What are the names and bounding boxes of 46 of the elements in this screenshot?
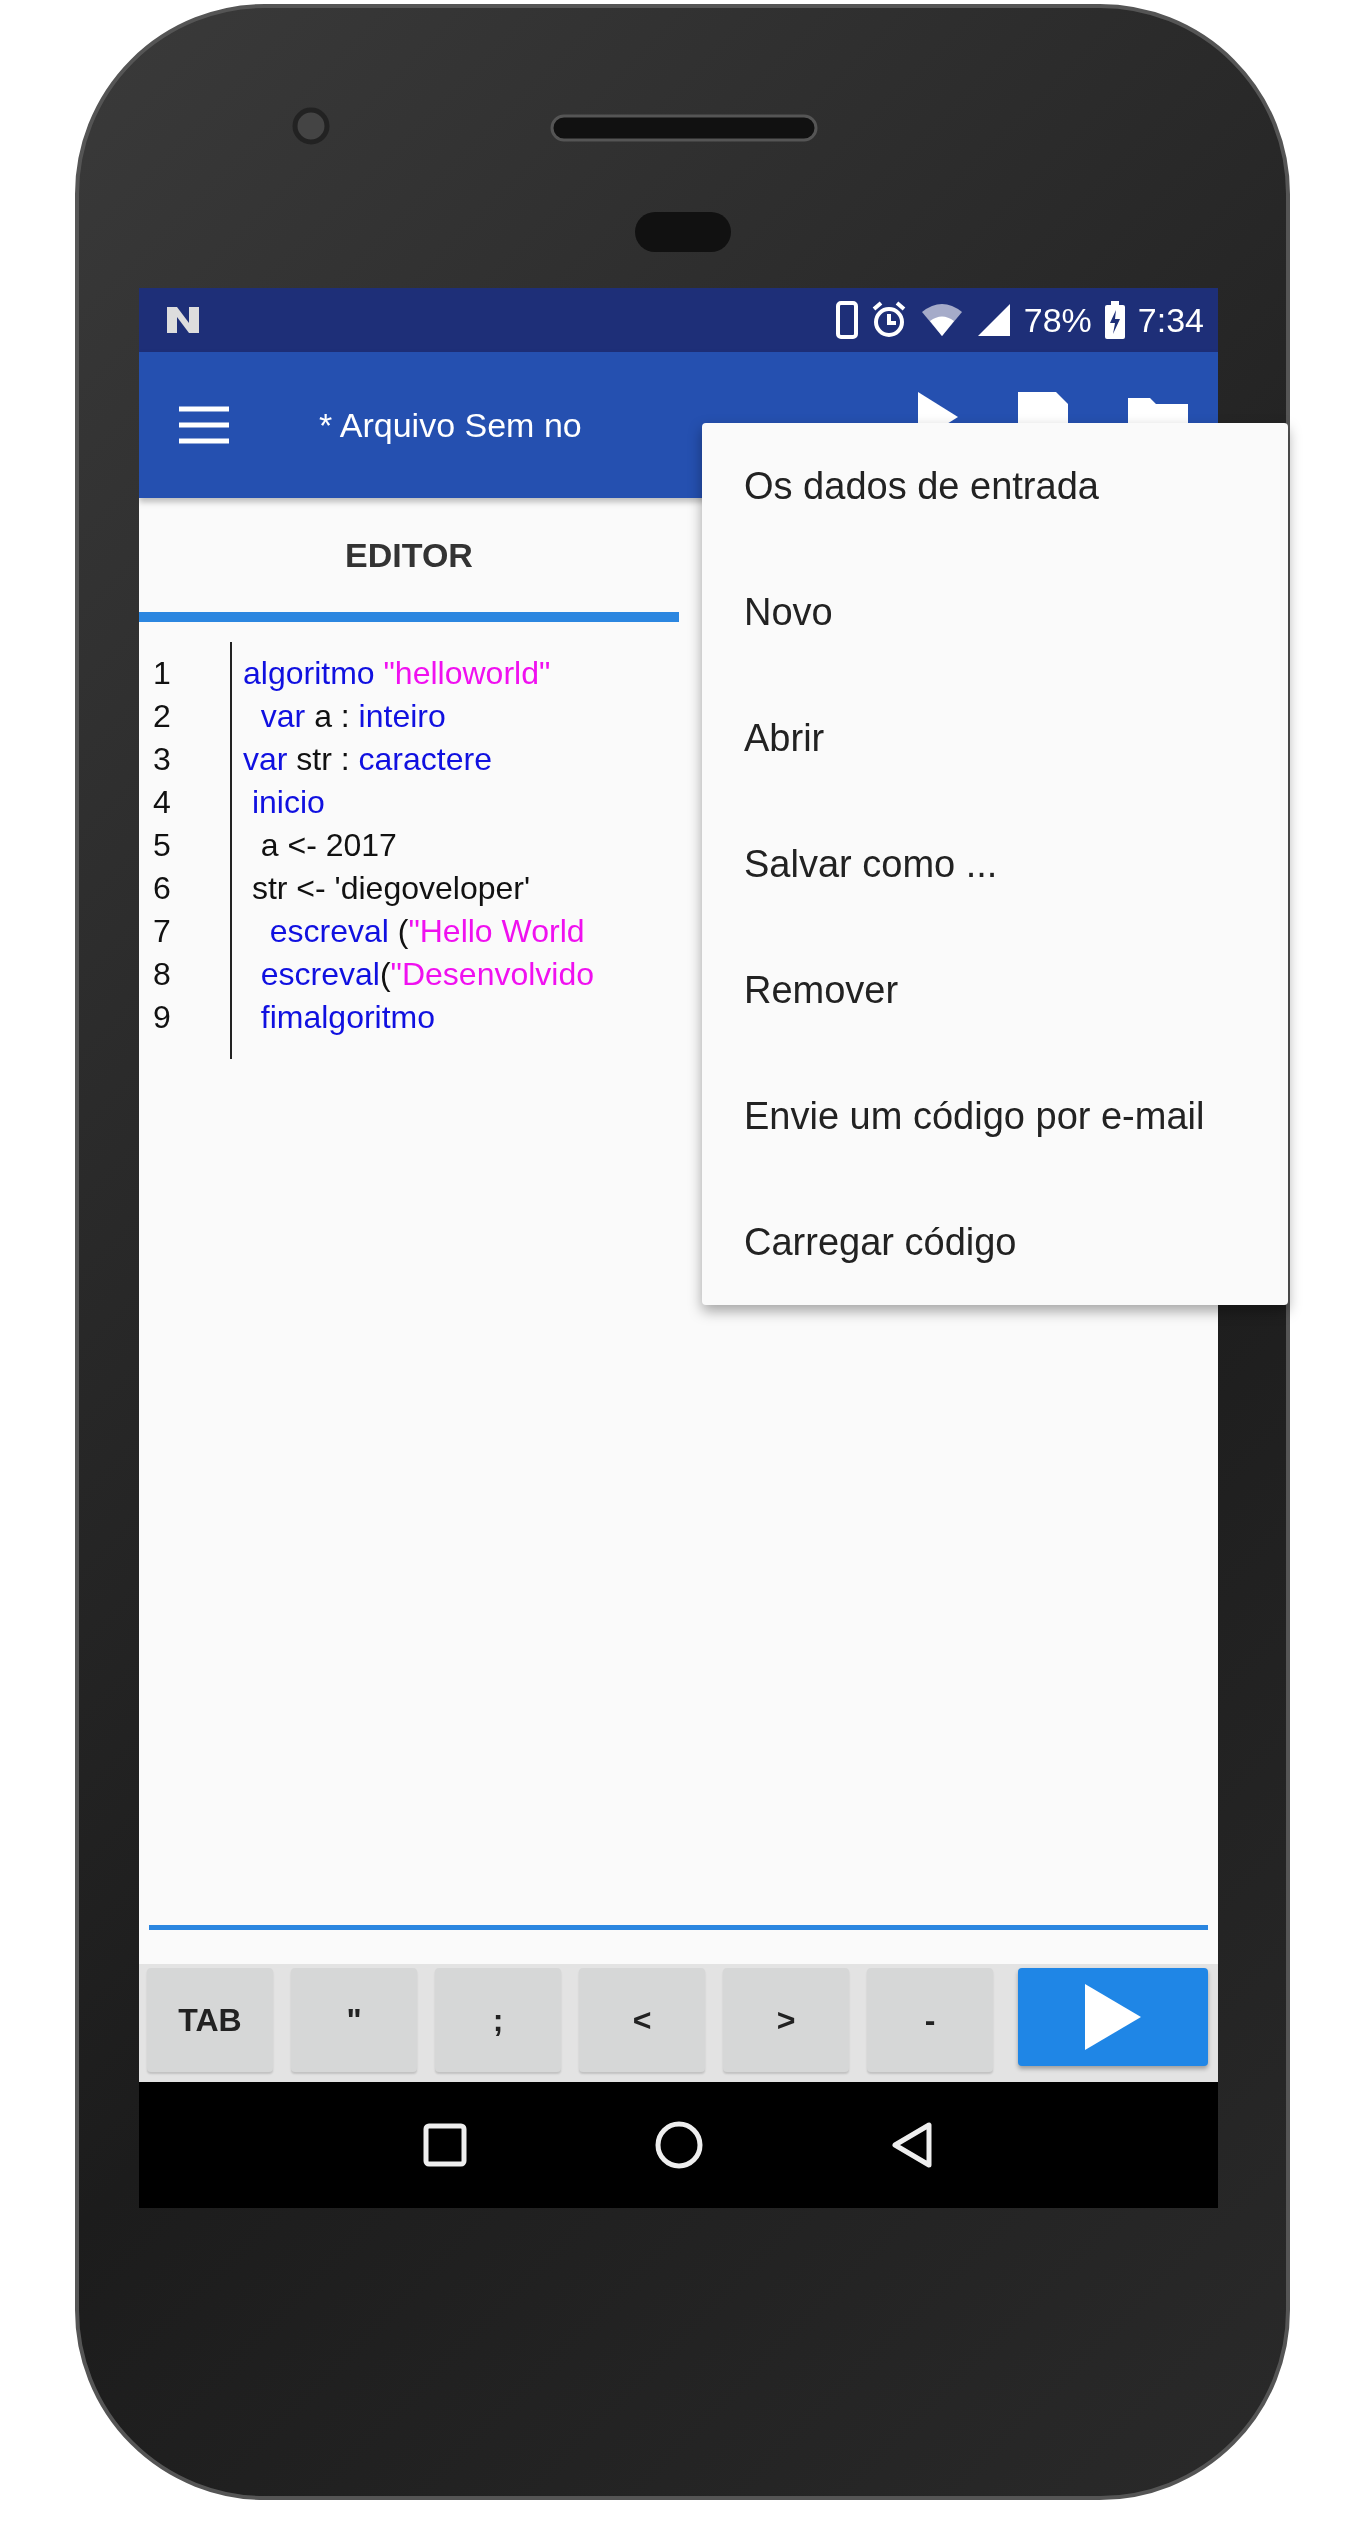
symbol-key[interactable]: " [291, 1968, 417, 2072]
play-icon [1085, 1984, 1141, 2050]
tab[interactable]: EDITOR [139, 498, 679, 622]
line-number: 4 [153, 783, 172, 822]
menu-item[interactable]: Salvar como ... [702, 801, 1288, 927]
battery-charging-icon [1103, 301, 1126, 339]
camera-icon [292, 107, 330, 145]
phone-icon [835, 301, 858, 339]
menu-item[interactable]: Novo [702, 549, 1288, 675]
line-number: 8 [153, 955, 172, 994]
symbol-key[interactable]: ; [435, 1968, 561, 2072]
line-number: 6 [153, 869, 172, 908]
home-icon[interactable] [653, 2120, 704, 2170]
code-line: fimalgoritmo [259, 998, 437, 1037]
symbol-key[interactable]: - [867, 1968, 993, 2072]
code-line: var str : caractere [243, 740, 493, 779]
code-line: a <- 2017 [259, 826, 398, 865]
sensor-icon [635, 212, 731, 252]
toolbar-title: * Arquivo Sem no [319, 405, 582, 445]
menu-icon[interactable] [179, 406, 229, 444]
wifi-icon [919, 302, 964, 338]
line-number: 9 [153, 998, 172, 1037]
code-line: algoritmo "helloworld" [243, 654, 552, 693]
symbol-key[interactable]: < [579, 1968, 705, 2072]
recents-icon[interactable] [422, 2123, 467, 2167]
clock: 7:34 [1137, 300, 1204, 340]
run-button[interactable] [1018, 1968, 1208, 2066]
battery-percent: 78% [1023, 300, 1092, 340]
code-line: var a : inteiro [259, 697, 447, 736]
code-line: escreval("Desenvolvido [259, 955, 595, 994]
code-line: escreval ("Hello World [268, 912, 586, 951]
menu-item[interactable]: Os dados de entrada [702, 423, 1288, 549]
menu-item[interactable]: Abrir [702, 675, 1288, 801]
line-number: 3 [153, 740, 172, 779]
menu-item[interactable]: Carregar código [702, 1179, 1288, 1305]
menu-item[interactable]: Remover [702, 927, 1288, 1053]
menu-item[interactable]: Envie um código por e-mail [702, 1053, 1288, 1179]
line-number: 7 [153, 912, 172, 951]
symbol-key[interactable]: > [723, 1968, 849, 2072]
symbol-key[interactable]: TAB [147, 1968, 273, 2072]
code-line: str <- 'diegoveloper' [250, 869, 532, 908]
line-number: 5 [153, 826, 172, 865]
back-icon[interactable] [890, 2121, 935, 2169]
line-number: 2 [153, 697, 172, 736]
code-line: inicio [250, 783, 326, 822]
line-number: 1 [153, 654, 172, 693]
